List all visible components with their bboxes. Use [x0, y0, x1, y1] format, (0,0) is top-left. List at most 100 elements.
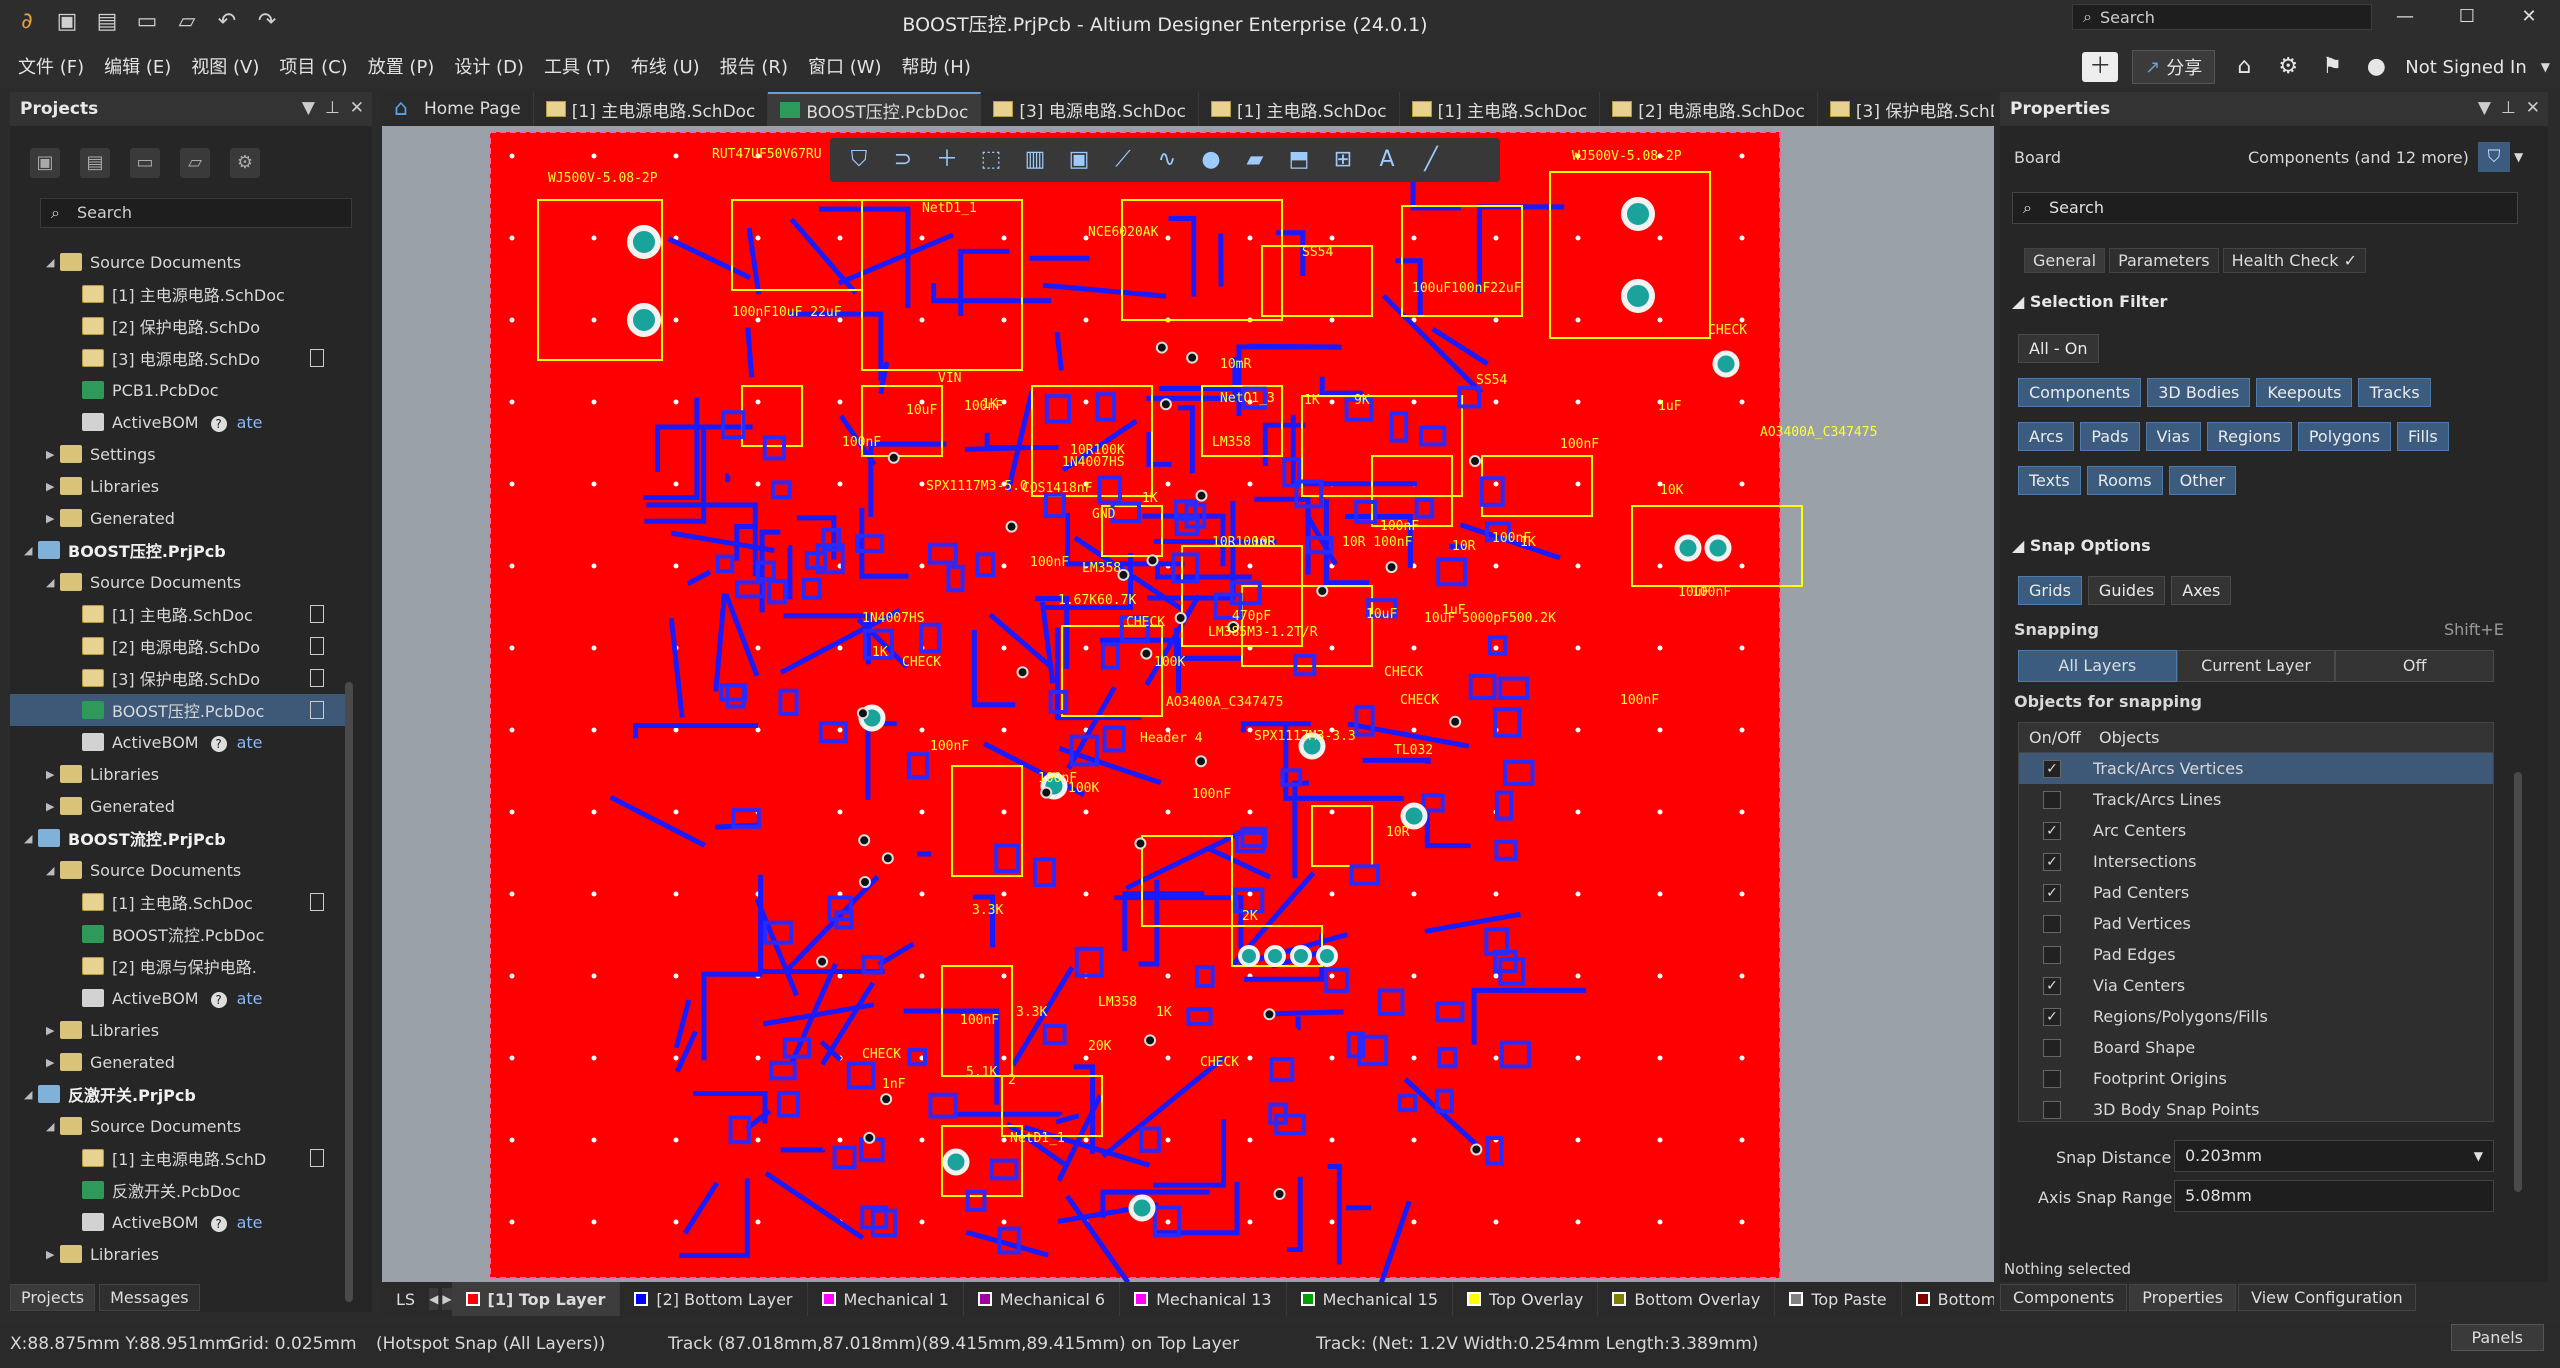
close-icon[interactable]: ✕ [350, 98, 364, 118]
document-tab[interactable]: [1] 主电路.SchDoc [1199, 92, 1400, 126]
snap-object-row[interactable]: ✓ Intersections [2019, 846, 2493, 877]
snap-options-header[interactable]: ◢ Snap Options [2012, 536, 2151, 555]
collapse-arrow-icon[interactable]: ◢ [46, 1120, 60, 1133]
tree-item[interactable]: [3] 保护电路.SchDo [10, 662, 350, 694]
close-icon[interactable]: ✕ [2526, 98, 2540, 118]
test-point[interactable] [1400, 802, 1428, 830]
snap-object-row[interactable]: Pad Edges [2019, 939, 2493, 970]
projects-search-input[interactable]: ⌕ Search [40, 198, 352, 228]
snap-object-row[interactable]: Pad Vertices [2019, 908, 2493, 939]
tree-item[interactable]: ◢ 反激开关.PrjPcb [10, 1078, 350, 1110]
expand-arrow-icon[interactable]: ▶ [46, 512, 60, 525]
tree-item[interactable]: ActiveBOM ? ate [10, 982, 350, 1014]
bottom-layer-track[interactable] [957, 1111, 1063, 1117]
menu-item-7[interactable]: 布线 (U) [631, 53, 700, 79]
interactive-route-icon[interactable]: ⟋ [1108, 145, 1138, 175]
menu-item-8[interactable]: 报告 (R) [720, 53, 788, 79]
checkbox[interactable]: ✓ [2043, 821, 2061, 840]
via[interactable] [1385, 561, 1398, 574]
snapping-mode-option[interactable]: Current Layer [2176, 650, 2336, 682]
layer-tab[interactable]: Bottom P [1902, 1282, 1994, 1316]
documents-icon[interactable]: ▤ [80, 148, 110, 178]
tree-item[interactable]: ▶ Generated [10, 502, 350, 534]
tree-item[interactable]: ▶ Generated [10, 1046, 350, 1078]
tab-projects[interactable]: Projects [10, 1284, 96, 1311]
tree-item[interactable]: ▶ Libraries [10, 470, 350, 502]
tree-item[interactable]: [1] 主电路.SchDoc [10, 598, 350, 630]
via[interactable] [1005, 520, 1018, 533]
tree-item[interactable]: ◢ BOOST流控.PrjPcb [10, 822, 350, 854]
expand-arrow-icon[interactable]: ▶ [46, 800, 60, 813]
tree-scrollbar[interactable] [345, 682, 353, 1302]
selection-filter-header[interactable]: ◢ Selection Filter [2012, 292, 2167, 311]
folder-settings-icon[interactable]: ▱ [180, 148, 210, 178]
menu-item-6[interactable]: 工具 (T) [544, 53, 611, 79]
layer-tab[interactable]: [2] Bottom Layer [620, 1282, 808, 1316]
checkbox[interactable]: ✓ [2043, 852, 2061, 871]
via[interactable] [1273, 1188, 1286, 1201]
bottom-layer-track[interactable] [787, 545, 793, 600]
layer-tab[interactable]: Mechanical 13 [1120, 1282, 1287, 1316]
layer-tab[interactable]: Mechanical 1 [808, 1282, 964, 1316]
via[interactable] [1195, 489, 1208, 502]
via[interactable] [856, 707, 869, 720]
tree-item[interactable]: ▶ Libraries [10, 1014, 350, 1046]
checkbox[interactable] [2043, 1038, 2061, 1057]
folder-open-icon[interactable]: ▭ [130, 148, 160, 178]
filter-pads-button[interactable]: Pads [2080, 422, 2140, 451]
chevron-down-icon[interactable]: ▼ [2514, 150, 2523, 164]
via[interactable] [1146, 554, 1159, 567]
bottom-layer-track[interactable] [1248, 343, 1342, 350]
terminal-pad[interactable] [627, 225, 661, 259]
route-icon[interactable]: ⊃ [888, 145, 918, 175]
filter-tracks-button[interactable]: Tracks [2358, 378, 2431, 407]
via[interactable] [1134, 837, 1147, 850]
maximize-button[interactable]: ☐ [2436, 0, 2498, 34]
via[interactable] [1159, 398, 1172, 411]
panel-menu-icon[interactable]: ▼ [302, 98, 315, 118]
filter-guides-button[interactable]: Guides [2087, 576, 2166, 605]
header-pin[interactable] [1290, 945, 1312, 967]
via[interactable] [1316, 584, 1329, 597]
panel-menu-icon[interactable]: ▼ [2478, 98, 2491, 118]
via[interactable] [1144, 1034, 1157, 1047]
via[interactable] [1174, 611, 1187, 624]
via[interactable] [1140, 647, 1153, 660]
filter-icon[interactable]: ⛉ [2478, 142, 2510, 172]
filter-icon[interactable]: ⛉ [844, 145, 874, 175]
tab-components[interactable]: Components [2000, 1284, 2128, 1311]
bottom-layer-track[interactable] [1029, 255, 1090, 261]
bottom-layer-track[interactable] [1273, 1009, 1344, 1017]
checkbox[interactable]: ✓ [2043, 1007, 2061, 1026]
tree-item[interactable]: ▶ Libraries [10, 758, 350, 790]
properties-search-input[interactable]: ⌕ Search [2012, 192, 2518, 224]
dimension-icon[interactable]: ⊞ [1328, 145, 1358, 175]
test-point[interactable] [1128, 1194, 1156, 1222]
layer-tab[interactable]: [1] Top Layer [451, 1282, 621, 1316]
share-button[interactable]: ↗ 分享 [2132, 50, 2216, 84]
filter-vias-button[interactable]: Vias [2145, 422, 2201, 451]
tree-item[interactable]: ActiveBOM ? ate [10, 726, 350, 758]
close-button[interactable]: ✕ [2498, 0, 2560, 34]
gear-icon[interactable]: ⚙ [230, 148, 260, 178]
filter-other-button[interactable]: Other [2168, 466, 2237, 495]
chevron-down-icon[interactable]: ▼ [2541, 60, 2550, 74]
fill-icon[interactable]: ▰ [1240, 145, 1270, 175]
test-point[interactable] [1704, 534, 1732, 562]
via[interactable] [887, 451, 900, 464]
menu-item-9[interactable]: 窗口 (W) [808, 53, 882, 79]
via[interactable] [1040, 786, 1053, 799]
objects-scrollbar[interactable] [2514, 772, 2522, 1192]
tree-item[interactable]: BOOST压控.PcbDoc [10, 694, 350, 726]
menu-item-1[interactable]: 编辑 (E) [104, 53, 171, 79]
filter-arcs-button[interactable]: Arcs [2018, 422, 2075, 451]
all-on-button[interactable]: All - On [2018, 334, 2099, 363]
tree-item[interactable]: ▶ Settings [10, 438, 350, 470]
document-tab[interactable]: [1] 主电路.SchDoc [1400, 92, 1601, 126]
collapse-arrow-icon[interactable]: ◢ [46, 864, 60, 877]
bottom-layer-track[interactable] [1295, 1016, 1301, 1031]
collapse-arrow-icon[interactable]: ◢ [24, 1088, 38, 1101]
polygon-icon[interactable]: ⬒ [1284, 145, 1314, 175]
bottom-layer-track[interactable] [917, 851, 932, 857]
layer-next-icon[interactable]: ▶ [442, 1288, 452, 1310]
